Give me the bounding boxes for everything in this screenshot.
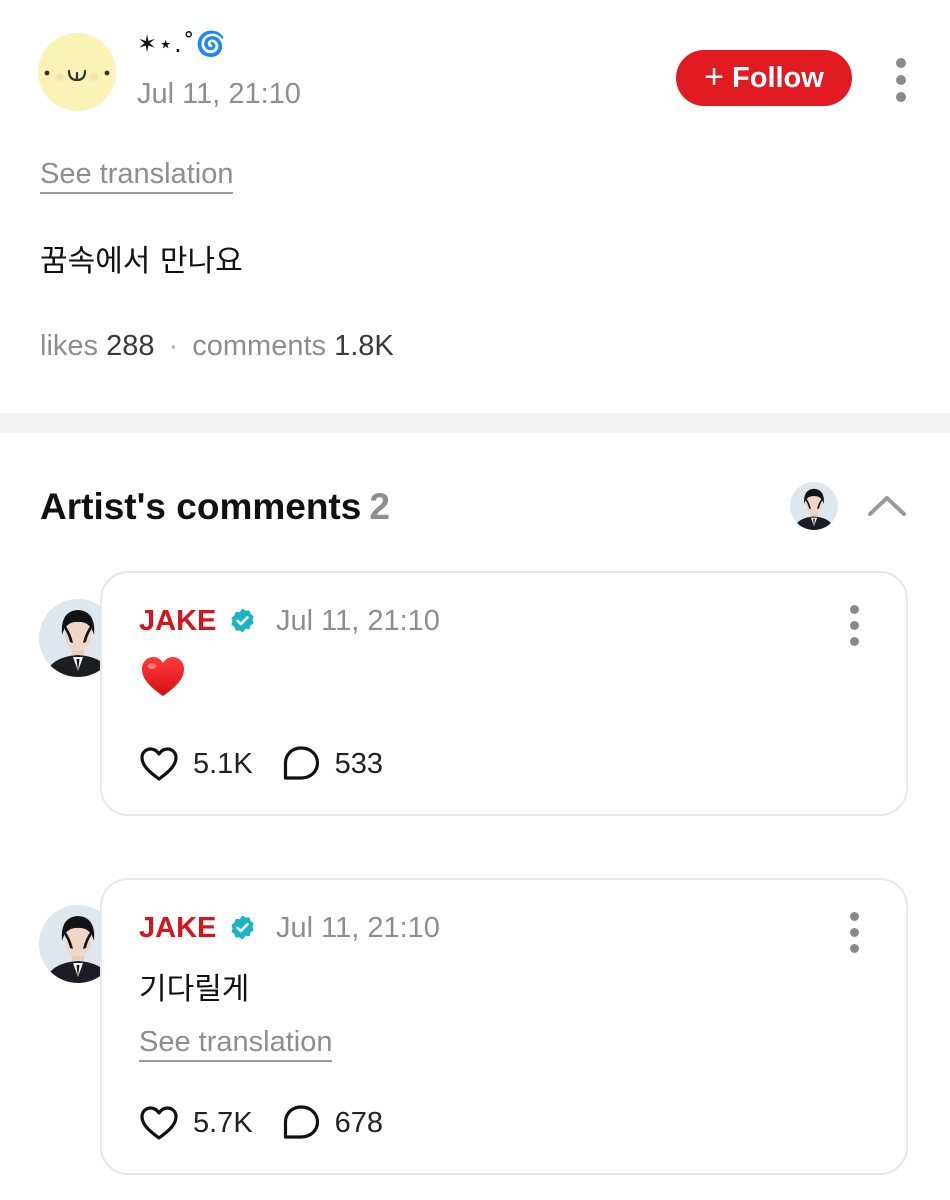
comment-timestamp: Jul 11, 21:10 <box>276 912 440 944</box>
heart-outline-icon <box>140 747 178 781</box>
heart-emoji <box>142 657 184 696</box>
comment-like-button[interactable]: 5.7K <box>139 1105 253 1141</box>
comment-see-translation-link[interactable]: See translation <box>139 1026 333 1062</box>
artist-comment-card[interactable]: JAKE Jul 11, 21:10 5.1K 533 <box>100 571 908 816</box>
comment-like-count: 5.7K <box>193 1106 253 1139</box>
comment-like-button[interactable]: 5.1K <box>139 746 253 782</box>
post-timestamp: Jul 11, 21:10 <box>137 78 301 110</box>
comment-reply-button[interactable]: 678 <box>281 1104 383 1142</box>
follow-button[interactable]: + Follow <box>676 50 852 106</box>
collapse-button[interactable] <box>866 490 908 520</box>
post-more-menu-icon[interactable] <box>895 58 907 102</box>
comment-reply-count: 678 <box>334 1106 384 1139</box>
comment-reply-count: 533 <box>334 747 384 780</box>
artist-mini-avatar[interactable] <box>790 482 838 530</box>
heart-outline-icon <box>140 1106 178 1140</box>
comment-actions: 5.1K 533 <box>139 745 383 783</box>
bear-face-icon <box>38 33 116 111</box>
post-stats: likes 288 · comments 1.8K <box>40 330 394 363</box>
comment-more-menu-icon[interactable] <box>848 605 860 646</box>
stats-separator: · <box>168 330 179 362</box>
comment-reply-button[interactable]: 533 <box>281 745 383 783</box>
comment-actions: 5.7K 678 <box>139 1104 383 1142</box>
comment-like-count: 5.1K <box>193 747 253 780</box>
follow-label: Follow <box>732 61 824 94</box>
user-avatar[interactable] <box>38 33 116 111</box>
artist-comment-card[interactable]: JAKE Jul 11, 21:10 기다릴게 See translation … <box>100 878 908 1175</box>
comments-label[interactable]: comments <box>192 330 326 362</box>
comments-count[interactable]: 1.8K <box>334 330 394 362</box>
comment-text: 기다릴게 <box>139 972 250 1007</box>
section-divider <box>0 413 950 433</box>
chevron-up-icon <box>868 496 906 516</box>
verified-badge-icon <box>231 915 254 940</box>
likes-count: 288 <box>106 330 155 362</box>
plus-icon: + <box>704 57 725 96</box>
comment-bubble-icon <box>283 1105 319 1139</box>
artist-comments-count: 2 <box>369 486 390 527</box>
post-text: 꿈속에서 만나요 <box>40 244 243 279</box>
comment-author-name[interactable]: JAKE <box>139 605 216 638</box>
post-header: ✶⋆.˚🌀 Jul 11, 21:10 + Follow <box>0 0 950 130</box>
comment-author-name[interactable]: JAKE <box>139 912 216 945</box>
artist-portrait-icon <box>790 482 838 530</box>
comment-bubble-icon <box>283 746 319 780</box>
comment-timestamp: Jul 11, 21:10 <box>276 605 440 637</box>
verified-badge-icon <box>231 608 254 633</box>
artist-comments-title: Artist's comments <box>40 486 362 527</box>
author-name[interactable]: ✶⋆.˚🌀 <box>137 30 227 58</box>
likes-label: likes <box>40 330 99 362</box>
see-translation-link[interactable]: See translation <box>40 158 234 194</box>
artist-comments-heading: Artist's comments 2 <box>40 486 390 528</box>
comment-more-menu-icon[interactable] <box>848 912 860 953</box>
